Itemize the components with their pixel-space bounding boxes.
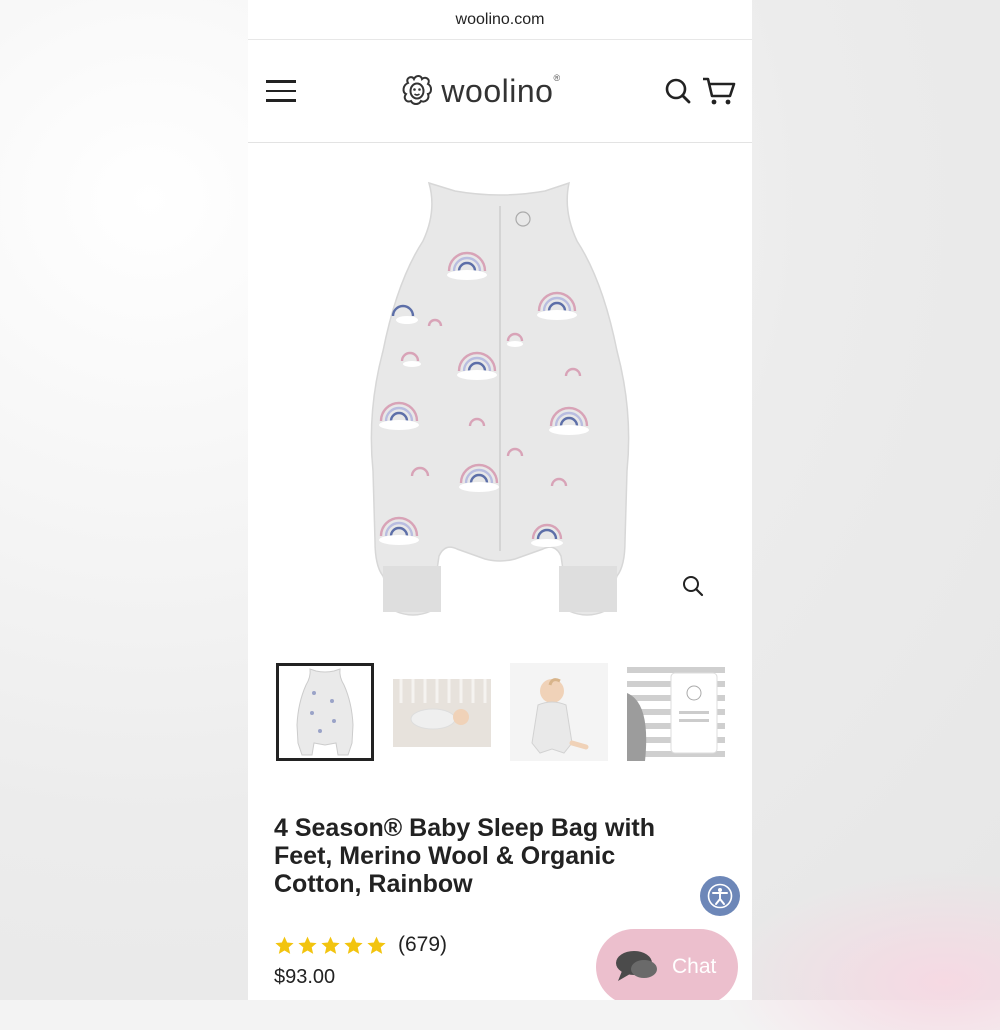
chat-icon (614, 949, 660, 985)
product-price: $93.00 (274, 966, 335, 989)
review-count: (679) (398, 933, 447, 957)
sheep-logo-icon (399, 74, 435, 108)
product-rating[interactable]: (679) (274, 933, 447, 957)
site-logo[interactable]: woolino® (399, 73, 560, 110)
search-icon[interactable] (664, 77, 692, 105)
accessibility-button[interactable] (700, 876, 740, 916)
rating-stars (274, 935, 387, 956)
accessibility-icon (707, 883, 733, 909)
product-main-image[interactable] (248, 143, 752, 658)
browser-url-bar[interactable]: woolino.com (248, 0, 752, 40)
thumbnail-fabric-detail[interactable] (627, 663, 725, 761)
mobile-page: woolino.com woolino® (248, 0, 752, 1000)
url-text: woolino.com (456, 11, 545, 29)
menu-icon[interactable] (266, 80, 296, 102)
sleep-bag-image (355, 171, 645, 631)
star-icon (274, 935, 295, 956)
star-icon (297, 935, 318, 956)
thumbnail-baby-in-crib[interactable] (393, 663, 491, 761)
star-icon (343, 935, 364, 956)
star-icon (320, 935, 341, 956)
zoom-icon[interactable] (682, 575, 704, 597)
thumbnail-strip (248, 663, 752, 763)
thumbnail-sleep-bag-front[interactable] (276, 663, 374, 761)
product-title: 4 Season® Baby Sleep Bag with Feet, Meri… (274, 814, 704, 898)
cart-icon[interactable] (702, 76, 736, 106)
chat-button[interactable]: Chat (596, 929, 738, 1000)
header-actions (664, 76, 736, 106)
logo-wordmark: woolino® (441, 73, 560, 110)
backdrop-blush (720, 870, 1000, 1030)
chat-label: Chat (672, 955, 716, 979)
thumbnail-baby-wearing-bag[interactable] (510, 663, 608, 761)
site-header: woolino® (248, 40, 752, 143)
star-icon (366, 935, 387, 956)
